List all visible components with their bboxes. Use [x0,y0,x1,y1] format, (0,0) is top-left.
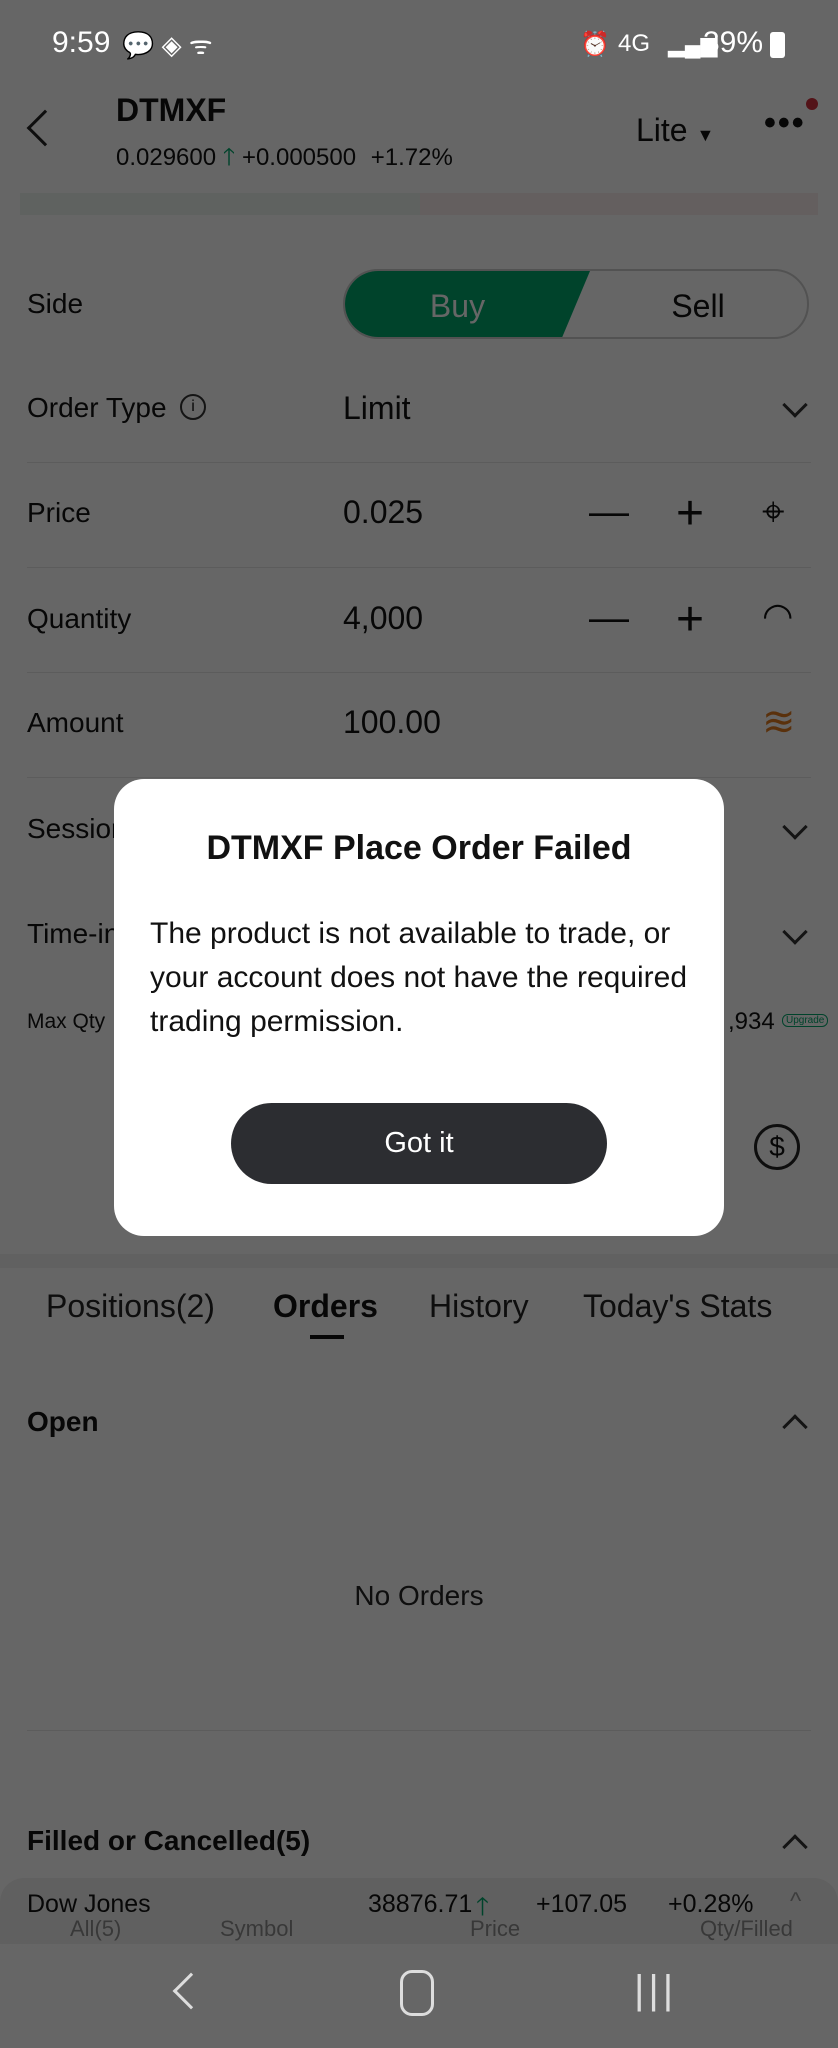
dialog-title: DTMXF Place Order Failed [206,829,632,867]
price-input[interactable]: 0.025 [343,494,423,531]
amount-input[interactable]: 100.00 [343,704,441,741]
bid-strip [20,193,420,215]
dialog-message: The product is not available to trade, o… [150,917,688,1038]
status-time: 9:59 [52,26,111,59]
divider [27,672,811,673]
mode-dropdown[interactable]: Lite ▼ [636,112,714,149]
price-label: Price [27,497,91,528]
crosshair-icon[interactable]: ⌖ [762,492,785,532]
section-gap [0,1254,838,1268]
notification-dot [806,98,818,110]
ticker-change: +107.05 [536,1890,628,1918]
column-symbol: Symbol [220,1916,294,1941]
currency-exchange-icon[interactable]: $ [754,1124,800,1170]
tab-positions[interactable]: Positions(2) [46,1288,215,1325]
error-dialog: DTMXF Place Order Failed The product is … [114,779,724,1236]
sell-button[interactable]: Sell [585,271,807,337]
battery-icon [770,32,785,58]
plus-icon[interactable]: + [676,596,704,644]
got-it-button[interactable]: Got it [231,1103,607,1184]
minus-icon[interactable]: — [589,492,629,532]
upgrade-badge[interactable]: Upgrade [782,1014,829,1027]
nav-home-button[interactable] [400,1970,434,2016]
plus-icon[interactable]: + [676,490,704,538]
open-orders-header[interactable]: Open [27,1406,99,1438]
chevron-down-icon[interactable] [782,919,808,945]
quote-line: 0.029600 🡑 +0.000500 +1.72% [116,140,453,181]
side-toggle: Buy Sell [343,269,809,339]
info-icon[interactable]: i [180,394,206,420]
max-qty-value: ,934 [728,1008,775,1035]
order-type-label: Order Type [27,392,167,423]
active-tab-indicator [310,1335,344,1339]
session-label: Session [27,813,127,844]
price-change: +0.000500 [241,144,357,171]
price-change-pct: +1.72% [370,144,453,171]
tab-todays-stats[interactable]: Today's Stats [583,1288,772,1325]
order-type-select[interactable]: Limit [343,390,411,427]
chevron-up-icon[interactable] [782,1414,808,1440]
chevron-down-icon[interactable] [782,814,808,840]
last-price: 0.029600 [116,144,217,171]
notification-icons: 💬 ◈ ᯤ [122,30,213,60]
divider [27,777,811,778]
battery-percent: 39% [703,26,764,59]
ticker-change-pct: +0.28% [668,1890,754,1918]
divider [27,462,811,463]
quantity-input[interactable]: 4,000 [343,600,423,637]
mode-label: Lite [636,112,688,148]
back-button[interactable] [26,109,64,147]
gauge-icon[interactable]: ◠ [762,598,793,634]
nav-recents-button[interactable]: ||| [634,1968,677,2013]
caret-down-icon: ▼ [696,125,715,145]
empty-state: No Orders [354,1580,484,1611]
layers-icon[interactable]: ≋ [762,702,796,742]
column-price: Price [470,1916,521,1941]
side-label: Side [27,288,84,319]
ticker-value: 38876.71 [368,1890,473,1918]
chevron-down-icon[interactable] [782,392,808,418]
chevron-up-icon[interactable] [782,1834,808,1860]
chevron-up-icon[interactable]: ^ [790,1888,801,1916]
more-menu-button[interactable]: ••• [764,104,806,143]
symbol-title: DTMXF [116,92,227,128]
column-qty-filled: Qty/Filled [700,1916,793,1941]
alarm-icon: ⏰ [580,31,610,58]
amount-label: Amount [27,707,124,738]
column-all[interactable]: All(5) [70,1916,121,1942]
divider [27,567,811,568]
buy-button[interactable]: Buy [345,271,590,337]
minus-icon[interactable]: — [589,598,629,638]
up-arrow-icon: 🡑 [222,144,236,171]
ask-strip [420,193,818,215]
tab-orders[interactable]: Orders [273,1288,378,1325]
network-label: 4G [618,30,651,57]
quantity-label: Quantity [27,603,132,634]
divider [27,1730,811,1731]
max-qty-label: Max Qty [27,1010,106,1033]
tab-history[interactable]: History [429,1288,529,1325]
filled-cancelled-header[interactable]: Filled or Cancelled(5) [27,1825,310,1857]
ticker-name: Dow Jones [27,1890,151,1918]
